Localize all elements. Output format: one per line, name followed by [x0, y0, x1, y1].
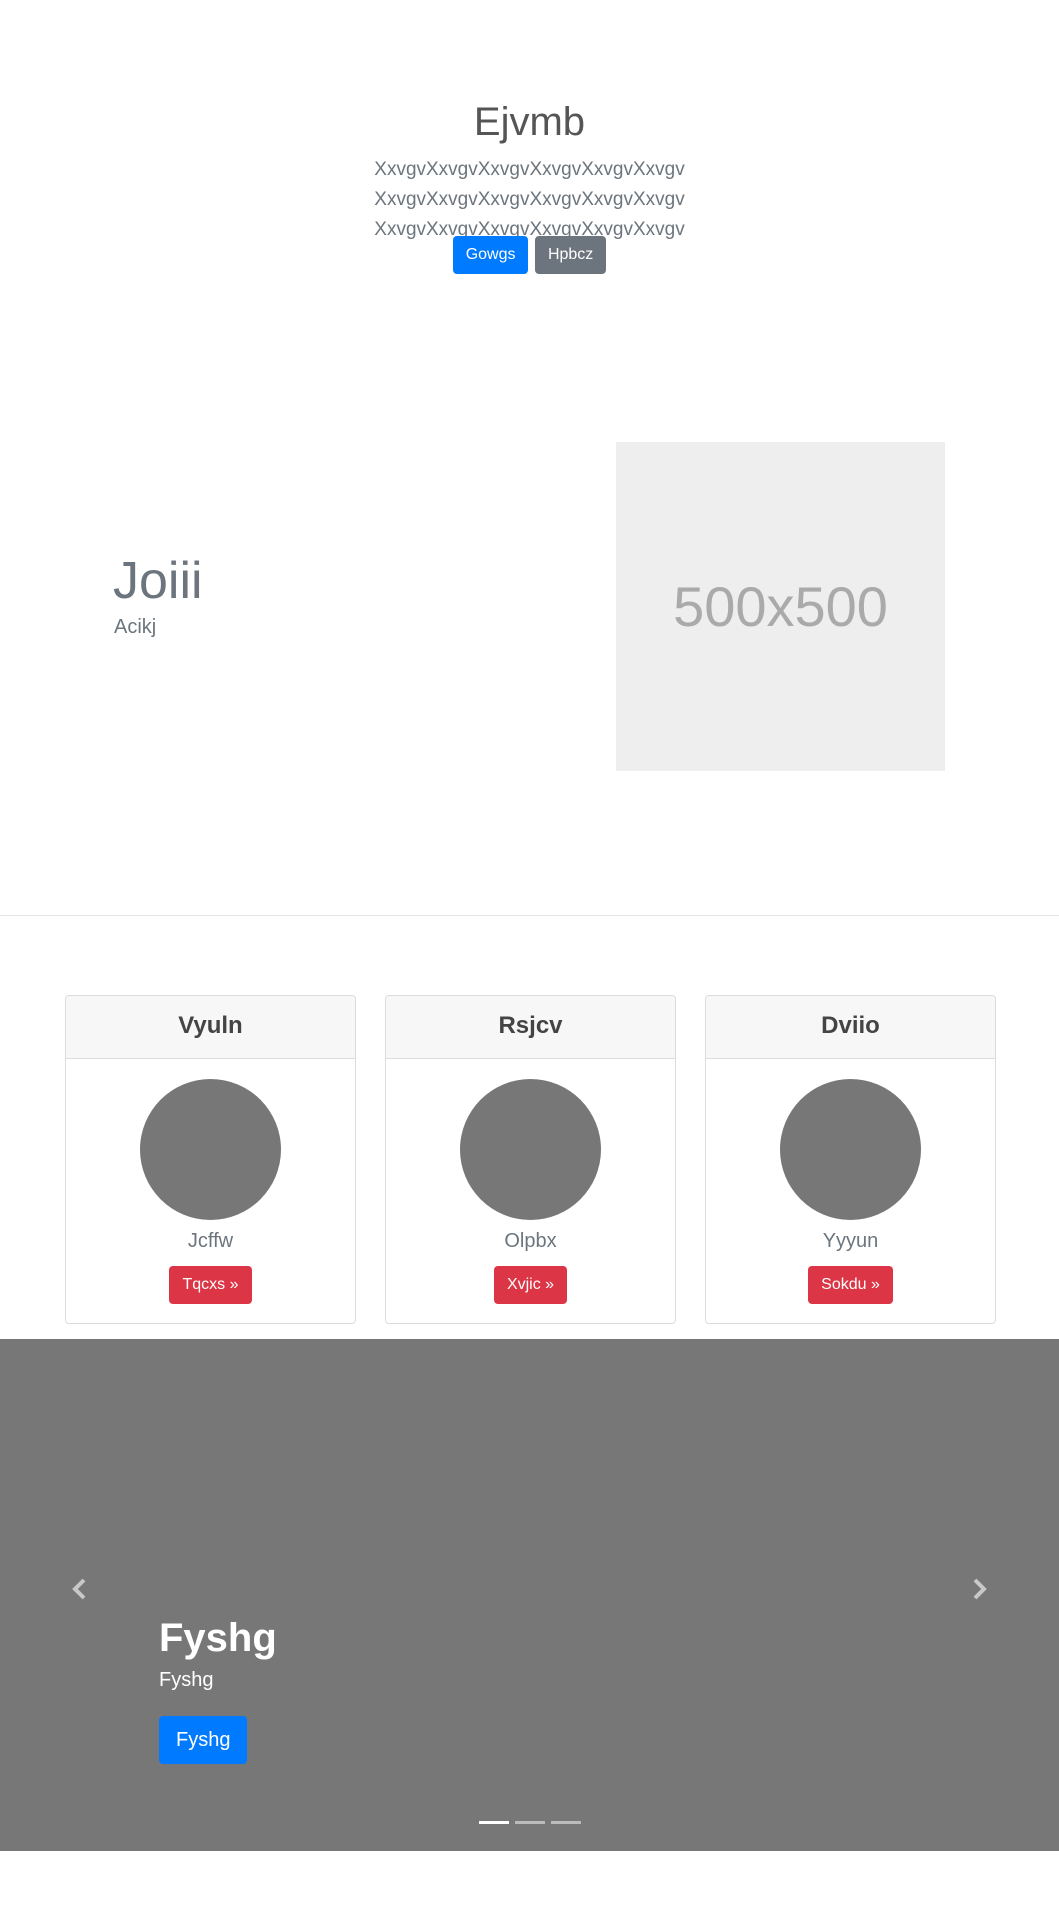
- carousel-caption-title: Fyshg: [159, 1616, 277, 1660]
- card-text: Yyyun: [822, 1230, 879, 1252]
- carousel-caption-text: Fyshg: [159, 1669, 214, 1691]
- feature-image-placeholder: 500x500: [616, 442, 945, 771]
- carousel-caption-button[interactable]: Fyshg: [159, 1716, 248, 1764]
- feature-heading: Joiii: [113, 552, 203, 610]
- card-dviio: Dviio Yyyun Sokdu »: [705, 995, 996, 1324]
- hero-primary-button[interactable]: Gowgs: [452, 236, 529, 274]
- placeholder-label: 500x500: [673, 575, 888, 638]
- card-action-button[interactable]: Tqcxs »: [169, 1266, 252, 1304]
- card-button-wrap: Sokdu »: [706, 1266, 995, 1304]
- chevron-left-icon: [71, 1570, 87, 1608]
- hero-lead-text: XxvgvXxvgvXxvgvXxvgvXxvgvXxvgv XxvgvXxvg…: [374, 159, 685, 240]
- hero-title: Ejvmb: [473, 100, 586, 144]
- hero-secondary-button[interactable]: Hpbcz: [534, 236, 607, 274]
- card-title: Dviio: [706, 996, 995, 1059]
- card-button-wrap: Tqcxs »: [66, 1266, 355, 1304]
- hero-button-group: Gowgs Hpbcz: [0, 236, 1059, 274]
- carousel-indicator-3[interactable]: [550, 1821, 581, 1824]
- carousel-indicator-1[interactable]: [478, 1821, 509, 1824]
- card-rsjcv: Rsjcv Olpbx Xvjic »: [385, 995, 676, 1324]
- feature-subheading: Acikj: [114, 616, 157, 638]
- card-text: Jcffw: [187, 1230, 234, 1252]
- card-button-wrap: Xvjic »: [386, 1266, 675, 1304]
- chevron-right-icon: [972, 1570, 988, 1608]
- card-vyuln: Vyuln Jcffw Tqcxs »: [65, 995, 356, 1324]
- carousel: Fyshg Fyshg Fyshg: [0, 1339, 1059, 1851]
- carousel-indicator-2[interactable]: [514, 1821, 545, 1824]
- card-text: Olpbx: [504, 1230, 557, 1252]
- card-action-button[interactable]: Sokdu »: [808, 1266, 893, 1304]
- avatar: [780, 1079, 921, 1220]
- carousel-prev-button[interactable]: [59, 1569, 99, 1609]
- avatar: [140, 1079, 281, 1220]
- avatar: [460, 1079, 601, 1220]
- carousel-indicators: [0, 1821, 1059, 1824]
- section-divider: [0, 915, 1059, 916]
- card-action-button[interactable]: Xvjic »: [493, 1266, 568, 1304]
- card-title: Vyuln: [66, 996, 355, 1059]
- hero-section: Ejvmb XxvgvXxvgvXxvgvXxvgvXxvgvXxvgv Xxv…: [0, 0, 1059, 300]
- carousel-next-button[interactable]: [960, 1569, 1000, 1609]
- card-title: Rsjcv: [386, 996, 675, 1059]
